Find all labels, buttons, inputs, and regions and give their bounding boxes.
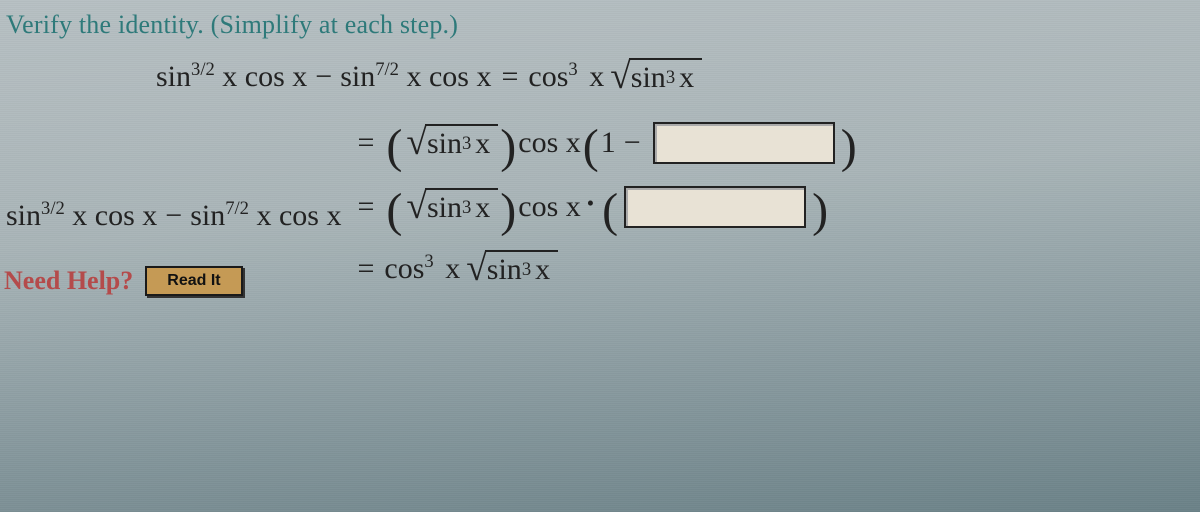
minus-sign: − xyxy=(157,199,190,233)
right-paren: ) xyxy=(498,133,518,162)
work-step-3: = cos3 x √ sin3 x xyxy=(347,250,858,288)
right-paren: ) xyxy=(498,197,518,226)
identity-equation: sin3/2 x cos x − sin7/2 x cos x = cos3 x… xyxy=(6,58,1194,96)
need-help-row: Need Help? Read It xyxy=(4,266,243,296)
sqrt: √ sin3 x xyxy=(610,58,702,96)
minus-sign: − xyxy=(616,126,649,160)
equals-sign: = xyxy=(347,190,384,224)
need-help-label: Need Help? xyxy=(4,266,133,296)
right-paren: ) xyxy=(839,133,859,162)
left-paren: ( xyxy=(384,197,404,226)
sqrt: √ sin3 x xyxy=(406,124,498,162)
left-paren: ( xyxy=(600,197,620,226)
minus-sign: − xyxy=(307,60,340,94)
read-it-button[interactable]: Read It xyxy=(145,266,242,296)
radical-icon: √ xyxy=(610,60,631,94)
work-step-1: = ( √ sin3 x ) cos x ( 1 − ) xyxy=(347,122,858,164)
term: cos3 x xyxy=(528,60,608,94)
term: sin7/2 x cos x xyxy=(340,60,491,94)
one: 1 xyxy=(601,126,616,160)
answer-blank-2[interactable] xyxy=(624,186,806,228)
sqrt: √ sin3 x xyxy=(466,250,558,288)
sqrt: √ sin3 x xyxy=(406,188,498,226)
radical-icon: √ xyxy=(406,190,427,224)
work-step-2: = ( √ sin3 x ) cos x • ( ) xyxy=(347,186,858,228)
term: cos x xyxy=(518,190,581,224)
term: sin3/2 x cos x xyxy=(156,60,307,94)
right-paren: ) xyxy=(810,197,830,226)
cdot-icon: • xyxy=(581,191,600,216)
equals-sign: = xyxy=(347,126,384,160)
radical-icon: √ xyxy=(406,126,427,160)
prompt-text: Verify the identity. (Simplify at each s… xyxy=(6,10,1194,40)
answer-blank-1[interactable] xyxy=(653,122,835,164)
left-paren: ( xyxy=(581,133,601,162)
term: cos x xyxy=(518,126,581,160)
equals-sign: = xyxy=(347,252,384,286)
term: cos3 x xyxy=(384,252,464,286)
term: sin7/2 x cos x xyxy=(190,199,341,233)
term: sin3/2 x cos x xyxy=(6,199,157,233)
equals-sign: = xyxy=(491,60,528,94)
radical-icon: √ xyxy=(466,252,487,286)
steps-column: = ( √ sin3 x ) cos x ( 1 − ) = xyxy=(347,122,858,310)
left-paren: ( xyxy=(384,133,404,162)
